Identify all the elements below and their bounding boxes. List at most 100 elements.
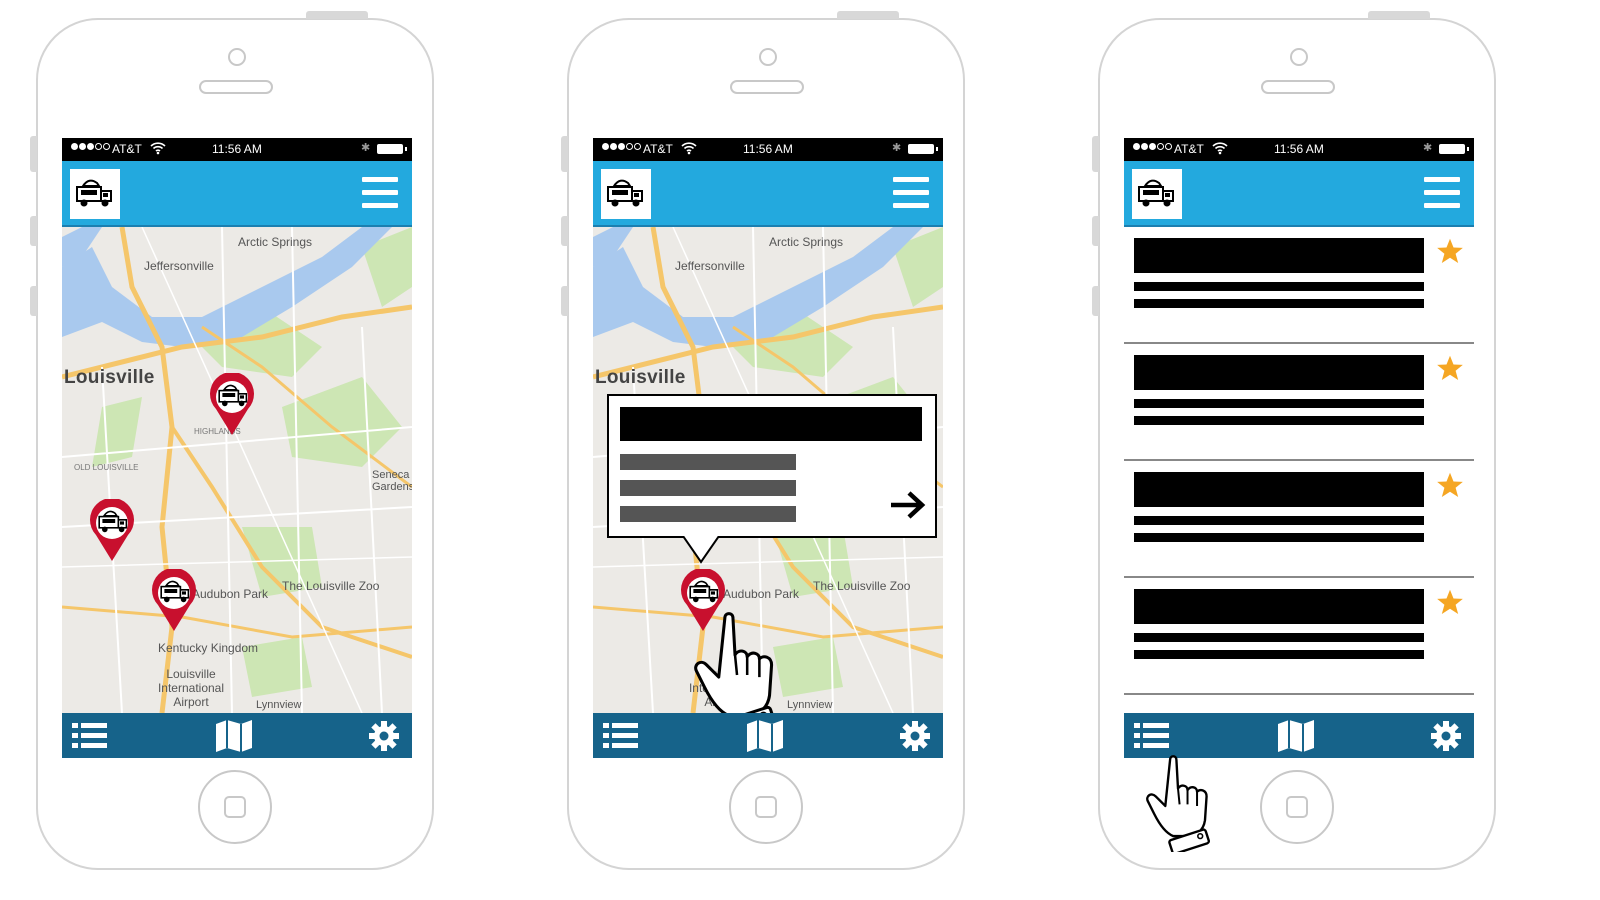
list-icon[interactable] (70, 718, 110, 754)
map-label: Seneca Gardens (372, 469, 412, 493)
item-text-placeholder (1134, 650, 1424, 659)
phone-frame: AT&T 11:56 AM ✱ Arctic Springs Jefferson… (30, 11, 434, 870)
screen: AT&T 11:56 AM ✱ Arctic Springs Jefferson… (593, 138, 943, 758)
map-view[interactable]: Arctic Springs Jeffersonville Louisville… (62, 227, 412, 713)
food-truck-icon[interactable] (1132, 169, 1182, 219)
item-text-placeholder (1134, 533, 1424, 542)
pointing-hand-icon (1146, 755, 1211, 852)
food-truck-pin-icon[interactable] (88, 499, 136, 563)
item-title-placeholder (1134, 589, 1424, 624)
bluetooth-icon: ✱ (1423, 142, 1433, 154)
carrier-name: AT&T (1174, 142, 1204, 156)
power-button (1368, 11, 1430, 19)
earpiece-speaker (199, 80, 273, 94)
earpiece-speaker (1261, 80, 1335, 94)
item-text-placeholder (1134, 299, 1424, 308)
map-label: Audubon Park (723, 587, 800, 601)
wifi-icon (150, 142, 166, 155)
clock-time: 11:56 AM (1274, 142, 1324, 156)
item-title-placeholder (1134, 238, 1424, 273)
app-header (1124, 161, 1474, 227)
food-truck-pin-icon[interactable] (150, 569, 198, 633)
map-icon[interactable] (1276, 718, 1316, 754)
front-camera (228, 48, 246, 66)
battery-icon (377, 144, 407, 154)
list-item[interactable] (1124, 578, 1474, 695)
app-header (62, 161, 412, 227)
bluetooth-icon: ✱ (361, 142, 371, 154)
phone-frame: AT&T 11:56 AM ✱ Arctic Springs Jefferson… (561, 11, 965, 870)
gear-icon[interactable] (1426, 718, 1466, 754)
carrier-name: AT&T (112, 142, 142, 156)
map-label: Lynnview (256, 699, 302, 711)
truck-info-popup[interactable] (607, 394, 937, 538)
gear-icon[interactable] (364, 718, 404, 754)
signal-strength-icon (602, 143, 641, 150)
map-label: Jeffersonville (675, 259, 745, 273)
map-label: Louisville (64, 367, 155, 388)
signal-strength-icon (1133, 143, 1172, 150)
favorites-list[interactable] (1124, 227, 1474, 713)
map-icon[interactable] (214, 718, 254, 754)
map-label: The Louisville Zoo (813, 579, 911, 593)
food-truck-icon[interactable] (601, 169, 651, 219)
list-item[interactable] (1124, 461, 1474, 578)
front-camera (1290, 48, 1308, 66)
mute-switch (1092, 136, 1099, 172)
screen: AT&T 11:56 AM ✱ (1124, 138, 1474, 758)
wifi-icon (1212, 142, 1228, 155)
item-title-placeholder (1134, 355, 1424, 390)
hamburger-menu-icon[interactable] (362, 177, 398, 211)
popup-text-placeholder (620, 480, 796, 496)
map-label: Audubon Park (192, 587, 269, 601)
status-bar: AT&T 11:56 AM ✱ (1124, 138, 1474, 161)
list-icon[interactable] (1132, 718, 1172, 754)
arrow-right-icon[interactable] (887, 484, 929, 526)
app-header (593, 161, 943, 227)
item-title-placeholder (1134, 472, 1424, 507)
earpiece-speaker (730, 80, 804, 94)
battery-icon (908, 144, 938, 154)
front-camera (759, 48, 777, 66)
hamburger-menu-icon[interactable] (1424, 177, 1460, 211)
star-icon[interactable] (1436, 354, 1464, 382)
gear-icon[interactable] (895, 718, 935, 754)
home-button[interactable] (1260, 770, 1334, 844)
item-text-placeholder (1134, 399, 1424, 408)
map-label: Louisville (595, 367, 686, 388)
map-label: Kentucky Kingdom (158, 641, 259, 655)
popup-text-placeholder (620, 454, 796, 470)
item-text-placeholder (1134, 282, 1424, 291)
phone-frame: AT&T 11:56 AM ✱ (1092, 11, 1496, 870)
food-truck-pin-icon[interactable] (208, 373, 256, 437)
popup-pointer (683, 536, 719, 564)
volume-down-button (561, 286, 568, 316)
mute-switch (561, 136, 568, 172)
star-icon[interactable] (1436, 471, 1464, 499)
list-icon[interactable] (601, 718, 641, 754)
star-icon[interactable] (1436, 237, 1464, 265)
list-item[interactable] (1124, 344, 1474, 461)
status-bar: AT&T 11:56 AM ✱ (62, 138, 412, 161)
map-label: OLD LOUISVILLE (74, 463, 139, 472)
clock-time: 11:56 AM (212, 142, 262, 156)
home-button[interactable] (729, 770, 803, 844)
wifi-icon (681, 142, 697, 155)
bottom-tab-bar (62, 713, 412, 758)
popup-title-placeholder (620, 407, 922, 441)
home-button[interactable] (198, 770, 272, 844)
item-text-placeholder (1134, 516, 1424, 525)
volume-up-button (561, 216, 568, 246)
clock-time: 11:56 AM (743, 142, 793, 156)
carrier-name: AT&T (643, 142, 673, 156)
food-truck-icon[interactable] (70, 169, 120, 219)
list-item[interactable] (1124, 227, 1474, 344)
mute-switch (30, 136, 37, 172)
star-icon[interactable] (1436, 588, 1464, 616)
item-text-placeholder (1134, 416, 1424, 425)
map-icon[interactable] (745, 718, 785, 754)
hamburger-menu-icon[interactable] (893, 177, 929, 211)
map-label: Jeffersonville (144, 259, 214, 273)
map-label: Louisville International Airport (157, 667, 225, 709)
status-bar: AT&T 11:56 AM ✱ (593, 138, 943, 161)
